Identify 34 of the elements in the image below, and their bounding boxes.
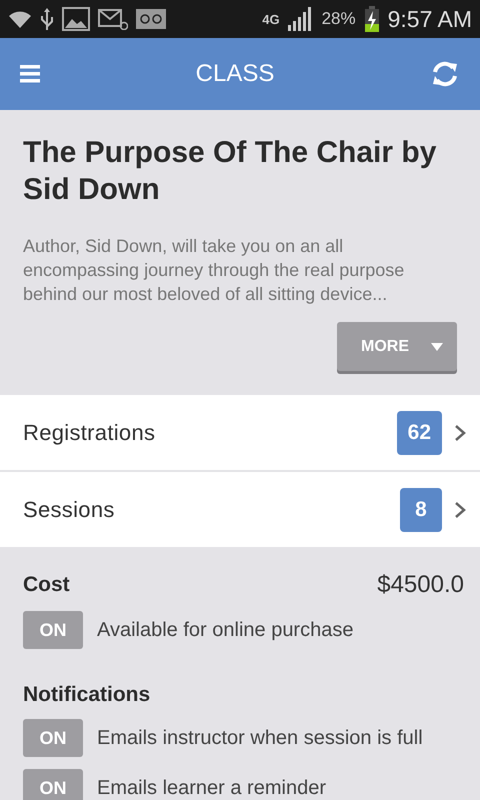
cost-value: $4500.0 [377,571,464,599]
class-description: Author, Sid Down, will take you on an all encompassing journey through the real purpose behind our most beloved of all sitting device... [23,235,406,306]
menu-icon[interactable] [20,65,40,83]
caret-icon [431,342,443,350]
clock: 9:57 AM [388,6,472,32]
section-heading: Notifications [23,683,152,707]
class-title: The Purpose Of The Chair by Sid Down [23,135,438,208]
list-item[interactable]: Sessions 8 [0,472,480,547]
wifi-icon [8,10,32,28]
refresh-icon[interactable] [430,61,460,87]
battery-percent: 28% [322,9,356,29]
toggle-label: Emails instructor when session is full [97,726,423,750]
screen-title: CLASS [194,60,276,88]
toggle-label: Available for online purchase [97,618,354,642]
voicemail-icon [136,9,166,29]
toggle-switch[interactable]: ON [23,719,83,757]
usb-icon [40,8,54,30]
toggle-switch[interactable]: ON [23,611,83,649]
toggle-label: Emails learner a reminder [97,776,326,800]
network-type: 4G [262,12,280,26]
battery-charging-icon [364,6,380,32]
item-label: Sessions [23,496,116,522]
email-icon [98,8,128,30]
item-label: Registrations [23,420,156,446]
signal-icon [288,7,314,31]
section-heading: Cost [23,573,70,597]
more-button[interactable]: MORE [337,322,457,371]
image-icon [62,7,90,31]
chevron-icon [454,500,466,518]
chevron-icon [454,424,466,442]
count-badge: 8 [400,488,442,532]
toggle-switch[interactable]: ON [23,769,83,800]
count-badge: 62 [396,410,442,454]
list-item[interactable]: Registrations 62 [0,395,480,470]
